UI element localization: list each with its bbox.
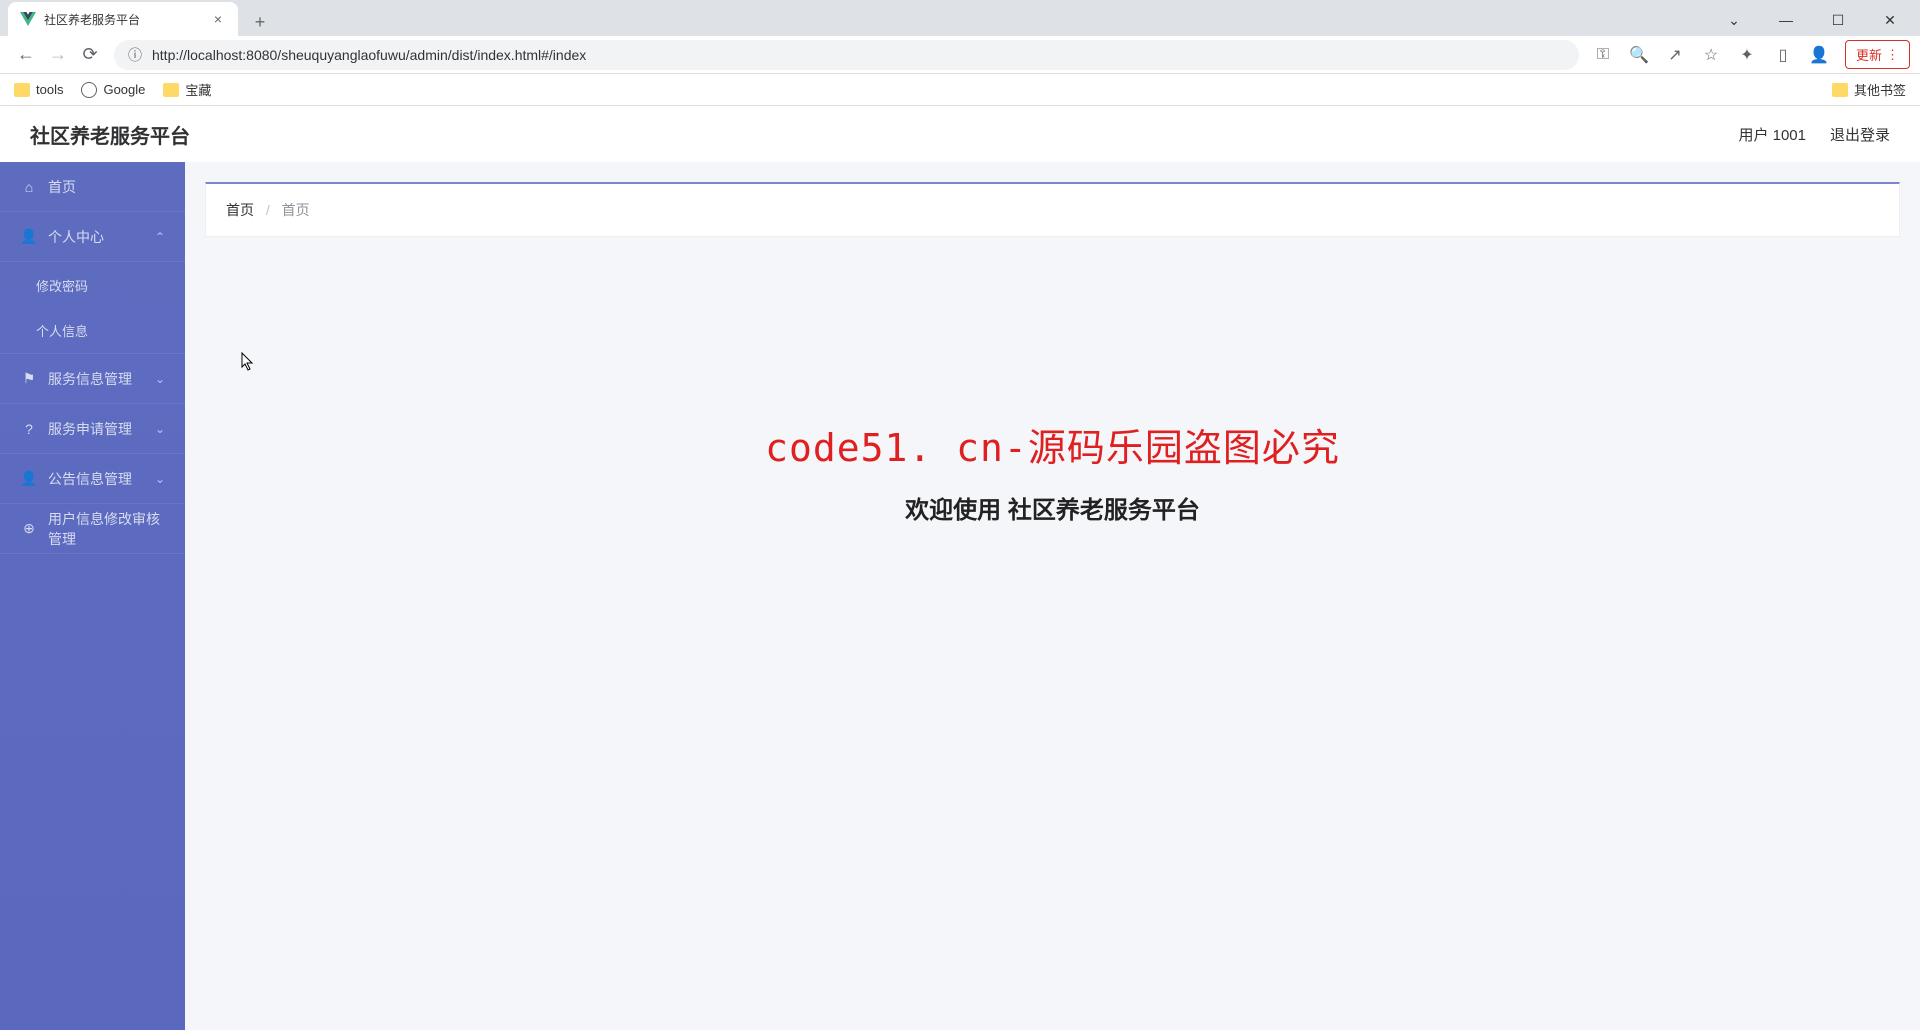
sidebar-item-home[interactable]: ⌂ 首页 [0, 162, 185, 212]
bookmark-label: Google [103, 82, 145, 97]
content-area: 首页 / 首页 code51. cn-源码乐园盗图必究 欢迎使用 社区养老服务平… [185, 162, 1920, 1030]
sidebar-subitem-change-password[interactable]: 修改密码 [0, 262, 185, 308]
window-controls: ⌄ — ☐ ✕ [1712, 4, 1920, 36]
share-icon[interactable]: ↗ [1659, 39, 1691, 71]
folder-icon [163, 83, 179, 97]
sidebar-item-service-apply-mgmt[interactable]: ? 服务申请管理 ⌄ [0, 404, 185, 454]
breadcrumb-separator: / [266, 202, 270, 218]
menu-label: 公告信息管理 [48, 469, 155, 489]
more-menu-icon: ⋮ [1886, 47, 1899, 63]
password-key-icon[interactable]: ⚿ [1587, 39, 1619, 71]
main-layout: ⌂ 首页 👤 个人中心 ⌃ 修改密码 个人信息 ⚑ 服务信息管理 ⌄ ? 服务申… [0, 162, 1920, 1030]
chevron-down-icon: ⌄ [155, 422, 165, 436]
bookmark-baozang[interactable]: 宝藏 [163, 80, 211, 99]
bookmark-tools[interactable]: tools [14, 82, 63, 97]
close-window-button[interactable]: ✕ [1868, 4, 1912, 36]
zoom-icon[interactable]: 🔍 [1623, 39, 1655, 71]
chevron-down-icon: ⌄ [155, 472, 165, 486]
tab-title: 社区养老服务平台 [44, 11, 210, 28]
back-button[interactable]: ← [10, 39, 42, 71]
header-right: 用户 1001 退出登录 [1738, 124, 1890, 145]
bookmark-label: tools [36, 82, 63, 97]
globe-icon [81, 82, 97, 98]
url-input[interactable]: ⓘ http://localhost:8080/sheuquyanglaofuw… [114, 40, 1579, 70]
reading-list-icon[interactable]: ▯ [1767, 39, 1799, 71]
close-tab-icon[interactable]: × [210, 11, 226, 27]
submenu-label: 个人信息 [36, 321, 88, 340]
sidebar-item-service-info-mgmt[interactable]: ⚑ 服务信息管理 ⌄ [0, 354, 185, 404]
logout-link[interactable]: 退出登录 [1830, 124, 1890, 145]
sidebar-item-notice-mgmt[interactable]: 👤 公告信息管理 ⌄ [0, 454, 185, 504]
browser-tab[interactable]: 社区养老服务平台 × [8, 2, 238, 36]
url-text: http://localhost:8080/sheuquyanglaofuwu/… [152, 47, 586, 63]
extensions-icon[interactable]: ✦ [1731, 39, 1763, 71]
watermark-warning-text: code51. cn-源码乐园盗图必究 [205, 417, 1900, 472]
bookmark-other[interactable]: 其他书签 [1832, 80, 1906, 99]
forward-button[interactable]: → [42, 39, 74, 71]
breadcrumb: 首页 / 首页 [205, 182, 1900, 237]
menu-label: 个人中心 [48, 227, 155, 247]
folder-icon [1832, 83, 1848, 97]
address-bar: ← → ⟳ ⓘ http://localhost:8080/sheuquyang… [0, 36, 1920, 74]
reload-button[interactable]: ⟳ [74, 39, 106, 71]
chevron-up-icon: ⌃ [155, 230, 165, 244]
menu-label: 首页 [48, 177, 165, 197]
minimize-button[interactable]: — [1764, 4, 1808, 36]
bookmarks-bar: tools Google 宝藏 其他书签 [0, 74, 1920, 106]
tab-bar: 社区养老服务平台 × + ⌄ — ☐ ✕ [0, 0, 1920, 36]
sidebar: ⌂ 首页 👤 个人中心 ⌃ 修改密码 个人信息 ⚑ 服务信息管理 ⌄ ? 服务申… [0, 162, 185, 1030]
app-title: 社区养老服务平台 [30, 120, 190, 149]
menu-label: 服务申请管理 [48, 419, 155, 439]
bookmark-label: 宝藏 [185, 80, 211, 99]
menu-label: 用户信息修改审核管理 [48, 509, 165, 549]
bookmark-label: 其他书签 [1854, 80, 1906, 99]
breadcrumb-home[interactable]: 首页 [226, 202, 254, 218]
toolbar-icons: ⚿ 🔍 ↗ ☆ ✦ ▯ 👤 更新 ⋮ [1587, 39, 1910, 71]
browser-chrome: 社区养老服务平台 × + ⌄ — ☐ ✕ ← → ⟳ ⓘ http://loca… [0, 0, 1920, 106]
sidebar-subitem-personal-info[interactable]: 个人信息 [0, 308, 185, 354]
submenu-label: 修改密码 [36, 276, 88, 295]
app-header: 社区养老服务平台 用户 1001 退出登录 [0, 106, 1920, 162]
maximize-button[interactable]: ☐ [1816, 4, 1860, 36]
new-tab-button[interactable]: + [246, 8, 274, 36]
profile-avatar-icon[interactable]: 👤 [1803, 39, 1835, 71]
user-label[interactable]: 用户 1001 [1738, 124, 1806, 145]
target-icon: ⊕ [20, 520, 38, 537]
breadcrumb-current: 首页 [282, 202, 310, 218]
site-info-icon[interactable]: ⓘ [128, 45, 142, 65]
question-icon: ? [20, 421, 38, 437]
chevron-down-icon: ⌄ [155, 372, 165, 386]
update-label: 更新 [1856, 45, 1882, 64]
tab-dropdown-icon[interactable]: ⌄ [1712, 4, 1756, 36]
bookmark-star-icon[interactable]: ☆ [1695, 39, 1727, 71]
sidebar-item-user-audit-mgmt[interactable]: ⊕ 用户信息修改审核管理 [0, 504, 185, 554]
menu-label: 服务信息管理 [48, 369, 155, 389]
welcome-area: code51. cn-源码乐园盗图必究 欢迎使用 社区养老服务平台 [205, 237, 1900, 525]
folder-icon [14, 83, 30, 97]
sidebar-item-personal-center[interactable]: 👤 个人中心 ⌃ [0, 212, 185, 262]
welcome-text: 欢迎使用 社区养老服务平台 [205, 490, 1900, 525]
person-icon: 👤 [20, 228, 38, 245]
vue-favicon [20, 11, 36, 27]
flag-icon: ⚑ [20, 370, 38, 387]
person-icon: 👤 [20, 470, 38, 487]
update-button[interactable]: 更新 ⋮ [1845, 40, 1910, 69]
bookmark-google[interactable]: Google [81, 82, 145, 98]
home-icon: ⌂ [20, 179, 38, 195]
